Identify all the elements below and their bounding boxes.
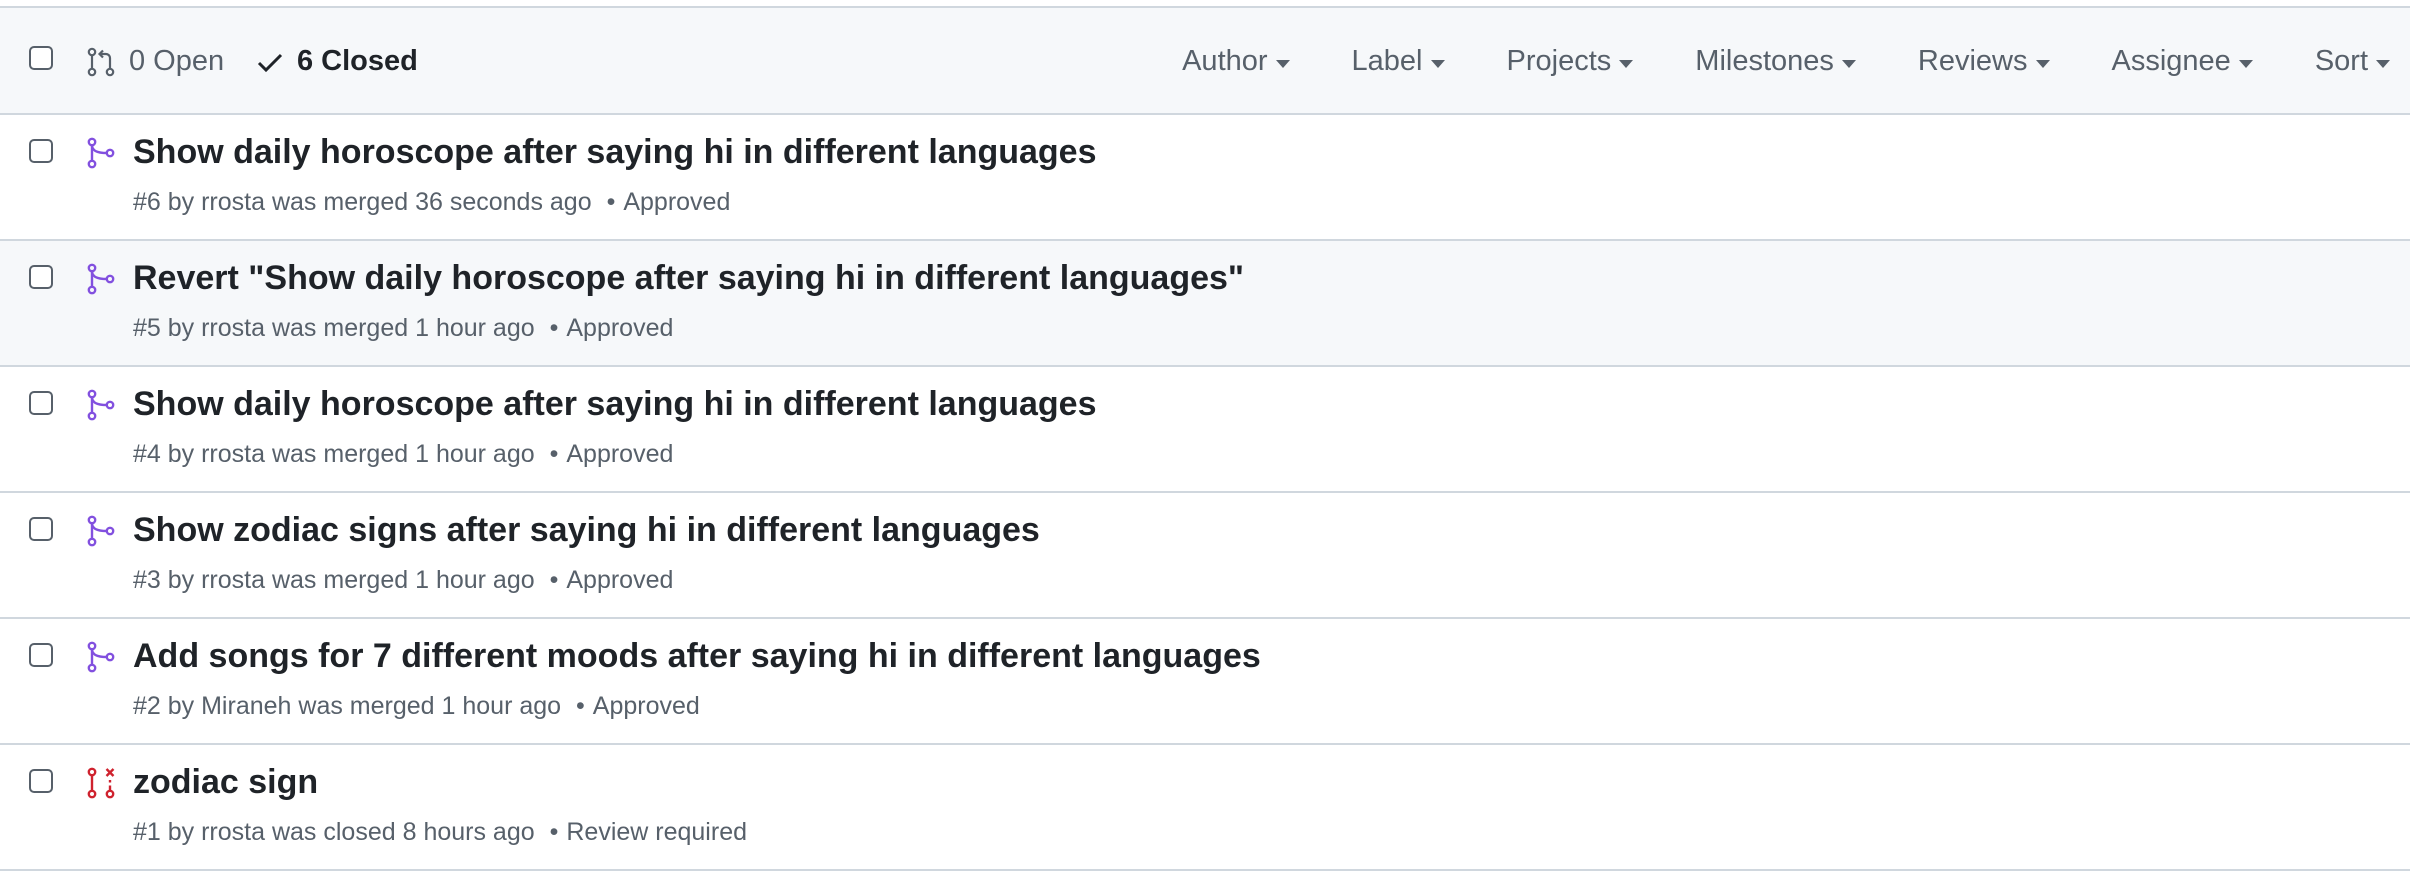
review-status-link[interactable]: Approved <box>566 314 673 342</box>
pull-request-title-link[interactable]: Add songs for 7 different moods after sa… <box>133 637 1261 676</box>
select-all-checkbox[interactable] <box>29 46 53 70</box>
meta-separator: • <box>576 692 585 720</box>
review-status-link[interactable]: Approved <box>623 188 730 216</box>
projects-filter-dropdown[interactable]: Projects <box>1507 45 1634 78</box>
caret-down-icon <box>2035 59 2050 68</box>
pull-request-row[interactable]: Revert "Show daily horoscope after sayin… <box>0 241 2410 367</box>
pull-request-row[interactable]: zodiac sign #1 by rrosta was closed 8 ho… <box>0 745 2410 871</box>
caret-down-icon <box>1275 59 1290 68</box>
pull-request-number: #4 <box>133 440 161 468</box>
git-merge-icon <box>87 263 115 295</box>
author-link[interactable]: rrosta <box>201 440 265 468</box>
pull-request-action: was merged <box>271 314 409 342</box>
pull-request-title-link[interactable]: Show daily horoscope after saying hi in … <box>133 133 1097 172</box>
git-merge-icon <box>87 389 115 421</box>
pull-request-action: was merged <box>271 440 409 468</box>
meta-separator: • <box>549 440 559 468</box>
pull-request-action: was merged <box>271 188 409 216</box>
open-count-label: 0 Open <box>129 45 225 77</box>
pull-request-time: 1 hour ago <box>415 566 535 594</box>
pull-request-title-link[interactable]: Show daily horoscope after saying hi in … <box>133 385 1097 424</box>
pull-request-meta: #1 by rrosta was closed 8 hours ago • Rev… <box>133 818 747 846</box>
pull-request-time: 8 hours ago <box>402 818 535 846</box>
author-link[interactable]: rrosta <box>201 566 265 594</box>
pull-request-action: was merged <box>271 566 409 594</box>
caret-down-icon <box>1619 59 1634 68</box>
pull-request-number: #6 <box>133 188 161 216</box>
label-filter-dropdown[interactable]: Label <box>1352 45 1445 78</box>
meta-separator: • <box>549 314 559 342</box>
pull-request-time: 36 seconds ago <box>415 188 592 216</box>
list-header: 0 Open 6 Closed Author Label Projects Mi… <box>0 8 2410 115</box>
caret-down-icon <box>2376 59 2390 68</box>
row-checkbox[interactable] <box>29 265 53 289</box>
milestones-filter-dropdown[interactable]: Milestones <box>1695 45 1856 78</box>
open-filter-link[interactable]: 0 Open <box>85 8 224 115</box>
review-status-link[interactable]: Review required <box>566 818 747 846</box>
sort-dropdown[interactable]: Sort <box>2315 45 2390 78</box>
git-pull-request-closed-icon <box>87 767 115 799</box>
review-status-link[interactable]: Approved <box>566 566 673 594</box>
pull-request-title-link[interactable]: Revert "Show daily horoscope after sayin… <box>133 259 1244 298</box>
pull-request-meta: #4 by rrosta was merged 1 hour ago • Appr… <box>133 440 674 468</box>
pull-request-row[interactable]: Add songs for 7 different moods after sa… <box>0 619 2410 745</box>
meta-separator: • <box>549 566 559 594</box>
pull-request-meta: #5 by rrosta was merged 1 hour ago • Appr… <box>133 314 674 342</box>
filter-bar: Author Label Projects Milestones Reviews… <box>1182 8 2410 115</box>
pull-request-meta: #6 by rrosta was merged 36 seconds ago •… <box>133 188 731 216</box>
row-checkbox[interactable] <box>29 391 53 415</box>
pull-request-row[interactable]: Show daily horoscope after saying hi in … <box>0 367 2410 493</box>
author-link[interactable]: rrosta <box>201 314 265 342</box>
caret-down-icon <box>1430 59 1445 68</box>
review-status-link[interactable]: Approved <box>566 440 673 468</box>
pull-request-number: #2 <box>133 692 161 720</box>
pull-request-meta: #3 by rrosta was merged 1 hour ago • Appr… <box>133 566 674 594</box>
pull-request-time: 1 hour ago <box>441 692 562 720</box>
pull-request-action: was closed <box>271 818 396 846</box>
author-link[interactable]: rrosta <box>201 818 265 846</box>
author-filter-dropdown[interactable]: Author <box>1182 45 1290 78</box>
git-merge-icon <box>87 641 115 673</box>
row-checkbox[interactable] <box>29 643 53 667</box>
author-link[interactable]: rrosta <box>201 188 265 216</box>
pull-request-action: was merged <box>298 692 435 720</box>
pull-request-row[interactable]: Show zodiac signs after saying hi in dif… <box>0 493 2410 619</box>
pull-request-title-link[interactable]: Show zodiac signs after saying hi in dif… <box>133 511 1040 550</box>
author-link[interactable]: Miraneh <box>201 692 291 720</box>
reviews-filter-dropdown[interactable]: Reviews <box>1918 45 2050 78</box>
meta-separator: • <box>549 818 559 846</box>
pull-request-title-link[interactable]: zodiac sign <box>133 763 318 802</box>
pull-request-row[interactable]: Show daily horoscope after saying hi in … <box>0 115 2410 241</box>
caret-down-icon <box>1841 59 1856 68</box>
git-merge-icon <box>87 137 115 169</box>
meta-separator: • <box>606 188 616 216</box>
row-checkbox[interactable] <box>29 139 53 163</box>
pull-request-list: 0 Open 6 Closed Author Label Projects Mi… <box>0 6 2410 871</box>
assignee-filter-dropdown[interactable]: Assignee <box>2112 45 2253 78</box>
pull-request-time: 1 hour ago <box>415 314 535 342</box>
row-checkbox[interactable] <box>29 769 53 793</box>
pull-request-time: 1 hour ago <box>415 440 535 468</box>
pull-request-number: #5 <box>133 314 161 342</box>
pull-request-meta: #2 by Miraneh was merged 1 hour ago • App… <box>133 692 700 720</box>
closed-filter-link[interactable]: 6 Closed <box>255 8 418 115</box>
row-checkbox[interactable] <box>29 517 53 541</box>
review-status-link[interactable]: Approved <box>593 692 700 720</box>
pull-request-number: #3 <box>133 566 161 594</box>
caret-down-icon <box>2238 59 2253 68</box>
closed-count-label: 6 Closed <box>297 45 418 77</box>
git-pull-request-icon <box>87 47 115 76</box>
check-icon <box>257 53 283 72</box>
git-merge-icon <box>87 515 115 547</box>
pull-request-number: #1 <box>133 818 161 846</box>
